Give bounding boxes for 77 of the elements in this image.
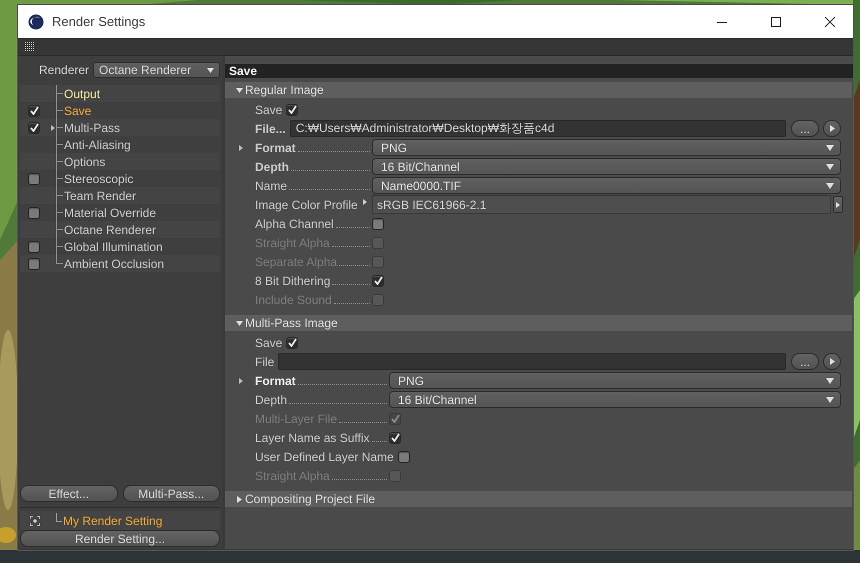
section-header[interactable]: Regular Image bbox=[225, 82, 852, 98]
section-header[interactable]: Compositing Project File bbox=[225, 491, 852, 507]
checkbox[interactable] bbox=[28, 172, 40, 184]
dropdown-arrow-icon[interactable] bbox=[826, 396, 834, 404]
dropdown-arrow-icon[interactable] bbox=[826, 376, 834, 384]
dropdown[interactable]: 16 Bit/Channel bbox=[389, 391, 841, 408]
sphere-icon bbox=[28, 14, 44, 30]
dropdown-arrow-icon[interactable] bbox=[826, 144, 834, 152]
checkbox[interactable] bbox=[28, 240, 40, 252]
maximize-icon bbox=[771, 16, 781, 26]
field-label: Image Color Profile bbox=[255, 198, 358, 212]
expand-arrow-icon[interactable] bbox=[362, 199, 368, 205]
focus-icon bbox=[30, 516, 40, 526]
option-label: Alpha Channel bbox=[255, 216, 334, 230]
checkbox[interactable] bbox=[372, 274, 384, 286]
option-label: User Defined Layer Name bbox=[255, 450, 394, 464]
browse-button[interactable]: ... bbox=[791, 353, 819, 370]
option-label: Save bbox=[255, 102, 282, 116]
option-label: Save bbox=[255, 336, 282, 350]
play-icon[interactable] bbox=[828, 358, 836, 365]
expand-arrow-icon[interactable] bbox=[238, 378, 244, 384]
collapse-arrow-icon[interactable] bbox=[236, 86, 243, 94]
collapse-arrow-icon[interactable] bbox=[236, 320, 243, 326]
play-icon[interactable] bbox=[835, 202, 841, 208]
play-icon[interactable] bbox=[828, 125, 836, 132]
arrow-button[interactable] bbox=[823, 120, 841, 137]
effect-button[interactable]: Multi-Pass... bbox=[122, 485, 220, 502]
field-label: Format bbox=[255, 374, 296, 388]
checkbox[interactable] bbox=[398, 450, 410, 462]
field-label: File bbox=[255, 354, 274, 368]
expand-arrow-icon[interactable] bbox=[236, 496, 243, 502]
field-label: Name bbox=[255, 178, 288, 192]
file-path-field[interactable] bbox=[278, 353, 786, 370]
dropdown-arrow-icon[interactable] bbox=[826, 162, 834, 170]
renderer-label: Renderer bbox=[39, 63, 90, 77]
checkbox[interactable] bbox=[28, 104, 40, 116]
effect-button[interactable]: Effect... bbox=[20, 485, 118, 502]
option-label: 8 Bit Dithering bbox=[255, 274, 330, 288]
page-title: Save bbox=[225, 64, 853, 78]
checkbox[interactable] bbox=[286, 336, 298, 348]
expand-arrow-icon[interactable] bbox=[50, 124, 56, 130]
window-title: Render Settings bbox=[52, 14, 146, 29]
tree-item[interactable]: Output bbox=[20, 85, 220, 102]
checkbox[interactable] bbox=[286, 104, 298, 116]
field-label: Format bbox=[255, 140, 296, 154]
option-label: Layer Name as Suffix bbox=[255, 430, 370, 444]
tree-item[interactable]: Options bbox=[20, 153, 220, 170]
dropdown-arrow-icon[interactable] bbox=[826, 182, 834, 190]
browse-button[interactable]: ... bbox=[791, 120, 819, 137]
arrow-button[interactable] bbox=[823, 353, 841, 370]
preset-item[interactable]: My Render Setting bbox=[20, 511, 220, 530]
checkbox[interactable] bbox=[28, 258, 40, 270]
color-profile-field[interactable]: sRGB IEC61966-2.1 bbox=[372, 195, 831, 214]
expand-arrow-icon[interactable] bbox=[238, 144, 244, 150]
tree-item[interactable]: Ambient Occlusion bbox=[20, 255, 220, 272]
dropdown[interactable]: PNG bbox=[389, 372, 841, 389]
tree-item[interactable]: Octane Renderer bbox=[20, 221, 220, 238]
tree-item[interactable]: Team Render bbox=[20, 187, 220, 204]
arrow-button[interactable] bbox=[833, 196, 843, 213]
tree-item[interactable]: Multi-Pass bbox=[20, 119, 220, 136]
field-label: Depth bbox=[255, 160, 289, 174]
section-header[interactable]: Multi-Pass Image bbox=[225, 315, 852, 331]
file-path-field[interactable]: C:₩Users₩Administrator₩Desktop₩화장품c4d bbox=[290, 120, 786, 137]
field-label: Depth bbox=[255, 392, 288, 406]
dropdown[interactable]: Name0000.TIF bbox=[372, 177, 841, 194]
checkbox[interactable] bbox=[372, 218, 384, 230]
dropdown[interactable]: PNG bbox=[372, 139, 841, 156]
checkbox[interactable] bbox=[28, 206, 40, 218]
checkbox[interactable] bbox=[28, 122, 40, 134]
checkbox[interactable] bbox=[389, 432, 401, 444]
dropdown-arrow-icon[interactable] bbox=[207, 66, 214, 74]
tree-connector bbox=[56, 513, 62, 522]
render-setting-button[interactable]: Render Setting... bbox=[20, 530, 220, 547]
renderer-dropdown[interactable]: Octane Renderer bbox=[93, 62, 220, 78]
field-label: File... bbox=[255, 122, 286, 136]
dropdown[interactable]: 16 Bit/Channel bbox=[372, 158, 841, 175]
close-icon bbox=[825, 16, 835, 26]
